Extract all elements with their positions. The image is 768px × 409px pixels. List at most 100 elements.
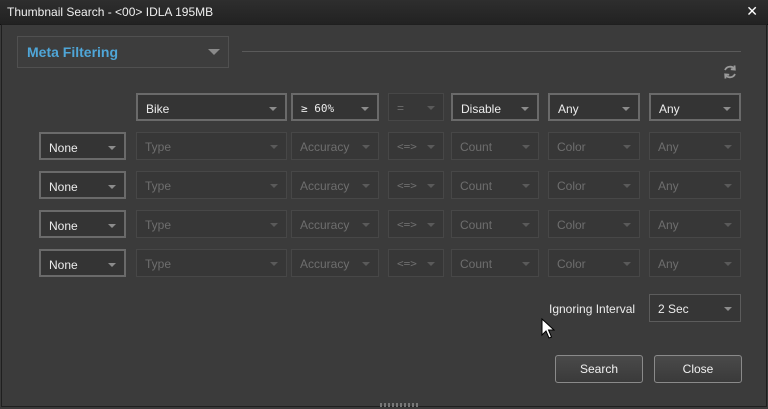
chevron-down-icon	[270, 184, 278, 188]
chevron-down-icon	[108, 185, 116, 189]
row-color-dropdown[interactable]: Color	[548, 210, 640, 238]
chevron-down-icon	[427, 262, 435, 266]
row-logic-dropdown[interactable]: None	[39, 132, 126, 160]
chevron-down-icon	[362, 145, 370, 149]
count-value: Disable	[461, 102, 502, 116]
row-count-dropdown[interactable]: Count	[451, 132, 539, 160]
section-divider	[242, 51, 741, 52]
chevron-down-icon	[362, 223, 370, 227]
meta-filtering-dropdown[interactable]: Meta Filtering	[17, 36, 229, 68]
chevron-down-icon	[427, 106, 435, 110]
object-type-value: Bike	[146, 102, 170, 116]
row-color-dropdown[interactable]: Color	[548, 249, 640, 277]
color-value: Any	[558, 102, 579, 116]
row-logic-value: None	[49, 141, 78, 155]
mouse-cursor-icon	[541, 318, 555, 339]
row-extra-value: Any	[658, 257, 679, 271]
chevron-down-icon	[623, 145, 631, 149]
count-dropdown[interactable]: Disable	[451, 93, 539, 121]
row-color-dropdown[interactable]: Color	[548, 132, 640, 160]
chevron-down-icon	[724, 145, 732, 149]
chevron-down-icon	[522, 184, 530, 188]
close-icon[interactable]: ✕	[746, 3, 758, 20]
extra-dropdown[interactable]: Any	[649, 93, 741, 121]
chevron-down-icon	[522, 223, 530, 227]
row-count-dropdown[interactable]: Count	[451, 210, 539, 238]
accuracy-dropdown[interactable]: ≥ 60%	[291, 93, 379, 121]
row-extra-dropdown[interactable]: Any	[649, 249, 741, 277]
row-accuracy-value: Accuracy	[300, 179, 350, 193]
chevron-down-icon	[362, 262, 370, 266]
window-title: Thumbnail Search - <00> IDLA 195MB	[7, 5, 214, 19]
row-color-value: Color	[557, 218, 586, 232]
chevron-down-icon	[427, 145, 435, 149]
chevron-down-icon	[270, 223, 278, 227]
row-operator-value: <=>	[397, 218, 417, 231]
object-type-dropdown[interactable]: Bike	[136, 93, 287, 121]
chevron-down-icon	[622, 107, 630, 111]
row-logic-value: None	[49, 258, 78, 272]
row-type-value: Type	[145, 179, 172, 193]
row-count-value: Count	[460, 257, 493, 271]
row-accuracy-dropdown[interactable]: Accuracy	[291, 210, 379, 238]
row-operator-value: <=>	[397, 140, 417, 153]
row-accuracy-value: Accuracy	[300, 140, 350, 154]
row-count-value: Count	[460, 140, 493, 154]
row-count-dropdown[interactable]: Count	[451, 171, 539, 199]
row-extra-value: Any	[658, 140, 679, 154]
row-logic-value: None	[49, 219, 78, 233]
meta-filtering-label: Meta Filtering	[27, 44, 119, 60]
row-accuracy-dropdown[interactable]: Accuracy	[291, 249, 379, 277]
search-button[interactable]: Search	[555, 355, 643, 383]
chevron-down-icon	[724, 184, 732, 188]
row-operator-value: <=>	[397, 257, 417, 270]
row-extra-value: Any	[658, 179, 679, 193]
row-color-value: Color	[557, 179, 586, 193]
row-operator-dropdown[interactable]: <=>	[388, 171, 444, 199]
chevron-down-icon	[724, 262, 732, 266]
row-logic-dropdown[interactable]: None	[39, 210, 126, 238]
row-operator-dropdown[interactable]: <=>	[388, 210, 444, 238]
color-dropdown[interactable]: Any	[548, 93, 640, 121]
chevron-down-icon	[269, 107, 277, 111]
chevron-down-icon	[723, 107, 731, 111]
row-extra-value: Any	[658, 218, 679, 232]
row-operator-dropdown[interactable]: <=>	[388, 249, 444, 277]
row-logic-dropdown[interactable]: None	[39, 249, 126, 277]
row-operator-dropdown[interactable]: <=>	[388, 132, 444, 160]
resize-grip[interactable]	[380, 403, 420, 407]
chevron-down-icon	[361, 107, 369, 111]
chevron-down-icon	[522, 262, 530, 266]
row-type-value: Type	[145, 140, 172, 154]
chevron-down-icon	[108, 146, 116, 150]
row-color-dropdown[interactable]: Color	[548, 171, 640, 199]
chevron-down-icon	[724, 307, 732, 311]
row-logic-dropdown[interactable]: None	[39, 171, 126, 199]
accuracy-value: ≥ 60%	[301, 102, 335, 115]
row-type-dropdown[interactable]: Type	[136, 249, 287, 277]
row-extra-dropdown[interactable]: Any	[649, 171, 741, 199]
row-count-dropdown[interactable]: Count	[451, 249, 539, 277]
chevron-down-icon	[427, 223, 435, 227]
row-color-value: Color	[557, 140, 586, 154]
ignoring-interval-dropdown[interactable]: 2 Sec	[649, 294, 741, 322]
operator-dropdown[interactable]: =	[388, 93, 444, 121]
row-extra-dropdown[interactable]: Any	[649, 210, 741, 238]
close-button[interactable]: Close	[654, 355, 742, 383]
row-type-value: Type	[145, 218, 172, 232]
chevron-down-icon	[208, 49, 220, 55]
row-accuracy-dropdown[interactable]: Accuracy	[291, 132, 379, 160]
row-accuracy-value: Accuracy	[300, 218, 350, 232]
row-accuracy-dropdown[interactable]: Accuracy	[291, 171, 379, 199]
refresh-icon[interactable]	[721, 63, 739, 81]
row-extra-dropdown[interactable]: Any	[649, 132, 741, 160]
row-type-dropdown[interactable]: Type	[136, 171, 287, 199]
row-type-dropdown[interactable]: Type	[136, 210, 287, 238]
row-type-dropdown[interactable]: Type	[136, 132, 287, 160]
chevron-down-icon	[522, 145, 530, 149]
chevron-down-icon	[623, 184, 631, 188]
operator-value: =	[397, 101, 405, 115]
chevron-down-icon	[623, 223, 631, 227]
chevron-down-icon	[108, 263, 116, 267]
chevron-down-icon	[362, 184, 370, 188]
